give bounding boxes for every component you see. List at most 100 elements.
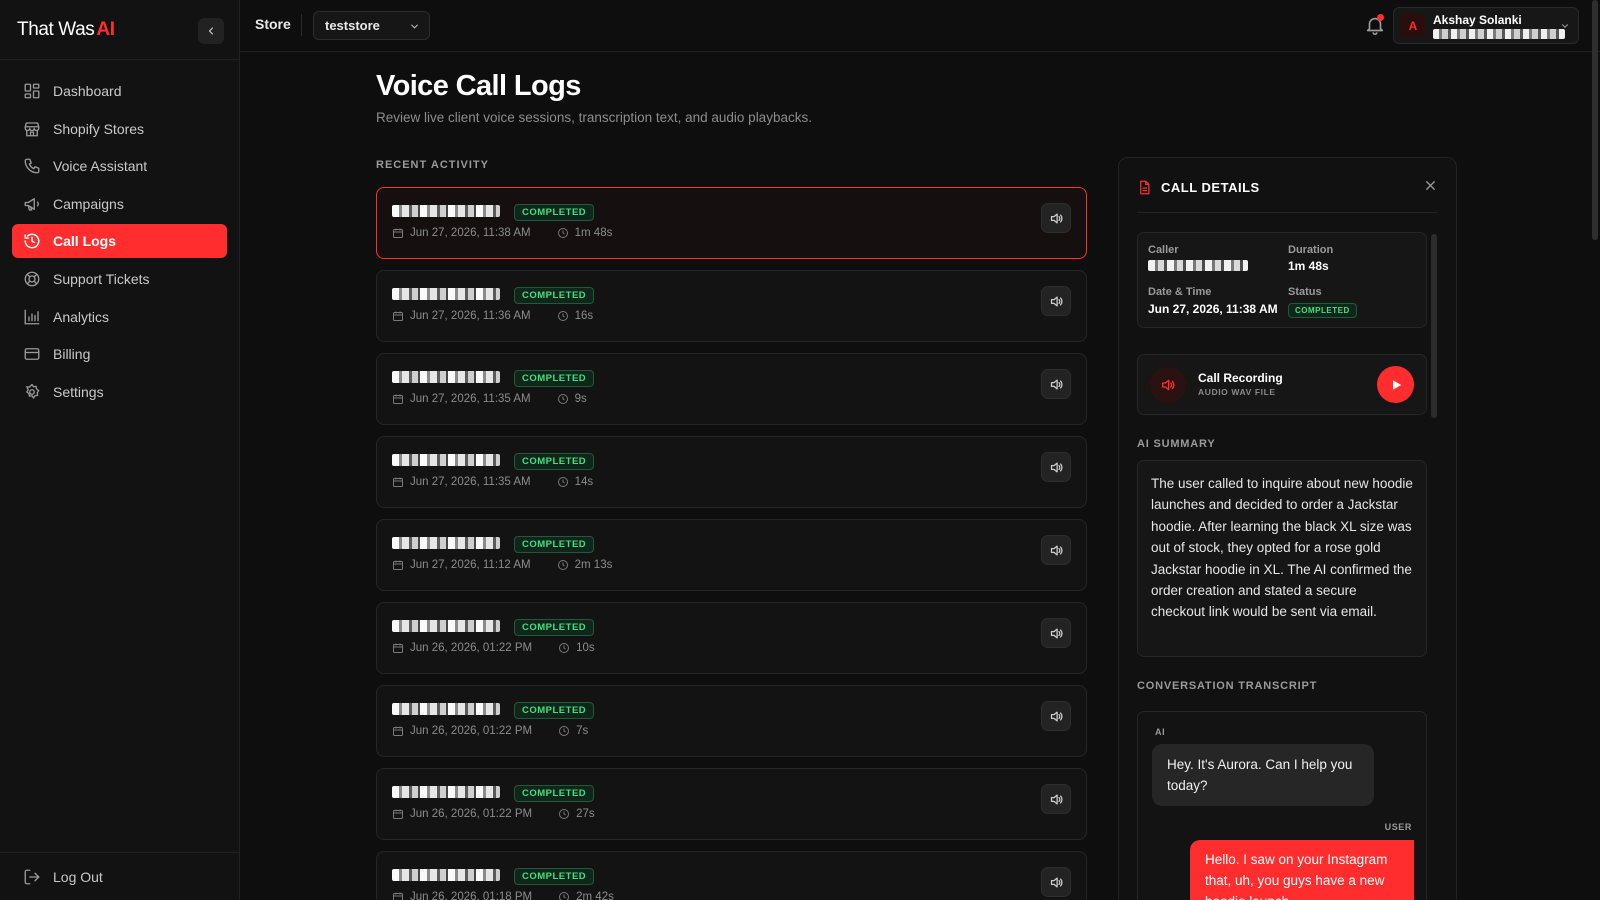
sidebar-item-analytics[interactable]: Analytics [12, 300, 227, 334]
clock-icon [557, 394, 568, 404]
panel-scrollbar[interactable] [1431, 234, 1437, 418]
sidebar-item-label: Billing [53, 346, 91, 363]
speaker-icon [1150, 367, 1186, 403]
call-date: Jun 26, 2026, 01:18 PM [410, 891, 533, 900]
call-duration: 16s [574, 310, 594, 322]
play-audio-button[interactable] [1041, 452, 1071, 482]
call-log-item[interactable]: COMPLETED Jun 27, 2026, 11:36 AM 16s [376, 270, 1087, 342]
play-audio-button[interactable] [1041, 203, 1071, 233]
call-details-header: CALL DETAILS [1137, 180, 1260, 195]
page-scrollbar[interactable] [1592, 0, 1598, 240]
sidebar-item-label: Analytics [53, 308, 110, 325]
call-duration: 1m 48s [574, 227, 613, 239]
store-select[interactable]: teststore [313, 11, 430, 40]
calendar-icon [393, 228, 403, 238]
conversation-transcript: AI Hey. It's Aurora. Can I help you toda… [1137, 711, 1427, 900]
sidebar-item-voice-assistant[interactable]: Voice Assistant [12, 149, 227, 183]
divider [1137, 212, 1438, 213]
call-list: COMPLETED Jun 27, 2026, 11:38 AM 1m 48s … [376, 187, 1087, 900]
call-details-title: CALL DETAILS [1161, 180, 1260, 195]
play-audio-button[interactable] [1041, 369, 1071, 399]
speaker-icon [1050, 296, 1062, 306]
call-meta: Jun 26, 2026, 01:22 PM 7s [392, 725, 588, 737]
logout-button[interactable]: Log Out [0, 852, 239, 900]
call-log-item[interactable]: COMPLETED Jun 26, 2026, 01:18 PM 2m 42s [376, 851, 1087, 900]
sidebar-item-label: Voice Assistant [53, 158, 148, 175]
clock-icon [559, 809, 570, 819]
caller-redacted [392, 703, 500, 715]
call-log-item[interactable]: COMPLETED Jun 27, 2026, 11:12 AM 2m 13s [376, 519, 1087, 591]
credit-card-icon [24, 348, 40, 361]
store-icon [24, 121, 40, 137]
calendar-icon [393, 726, 403, 736]
recording-subtitle: AUDIO WAV FILE [1198, 387, 1276, 397]
sidebar-item-label: Shopify Stores [53, 120, 145, 137]
calendar-icon [393, 394, 403, 404]
clock-icon [559, 643, 570, 653]
call-log-item[interactable]: COMPLETED Jun 26, 2026, 01:22 PM 27s [376, 768, 1087, 840]
sidebar-item-label: Support Tickets [53, 270, 150, 287]
transcript-role-user: USER [1384, 822, 1412, 832]
user-menu[interactable]: A Akshay Solanki [1393, 7, 1579, 44]
page-title: Voice Call Logs [376, 70, 581, 102]
sidebar-item-settings[interactable]: Settings [12, 375, 227, 409]
call-log-item[interactable]: COMPLETED Jun 26, 2026, 01:22 PM 7s [376, 685, 1087, 757]
brand-name: That Was AI [17, 18, 115, 40]
user-message-bubble: Hello. I saw on your Instagram that, uh,… [1190, 840, 1414, 900]
sidebar-item-campaigns[interactable]: Campaigns [12, 187, 227, 221]
call-duration: 27s [576, 808, 595, 820]
sidebar-item-dashboard[interactable]: Dashboard [12, 74, 227, 108]
store-select-value: teststore [325, 18, 380, 33]
call-meta: Jun 27, 2026, 11:38 AM 1m 48s [392, 227, 612, 239]
call-date: Jun 26, 2026, 01:22 PM [410, 642, 533, 654]
play-audio-button[interactable] [1041, 535, 1071, 565]
caller-redacted [392, 371, 500, 383]
call-log-item[interactable]: COMPLETED Jun 27, 2026, 11:35 AM 9s [376, 353, 1087, 425]
call-date: Jun 26, 2026, 01:22 PM [410, 808, 533, 820]
play-recording-button[interactable] [1377, 366, 1414, 403]
history-icon [24, 233, 40, 249]
call-log-item[interactable]: COMPLETED Jun 27, 2026, 11:35 AM 14s [376, 436, 1087, 508]
status-badge: COMPLETED [1288, 303, 1357, 318]
avatar: A [1401, 14, 1425, 38]
caller-label: Caller [1148, 244, 1179, 256]
sidebar-item-billing[interactable]: Billing [12, 337, 227, 371]
speaker-icon [1050, 628, 1062, 638]
status-badge: COMPLETED [514, 287, 595, 304]
call-duration: 9s [574, 393, 587, 405]
call-log-item[interactable]: COMPLETED Jun 27, 2026, 11:38 AM 1m 48s [376, 187, 1087, 259]
chevron-left-icon [208, 27, 214, 35]
sidebar-item-shopify-stores[interactable]: Shopify Stores [12, 112, 227, 146]
megaphone-icon [24, 197, 39, 211]
speaker-icon [1050, 794, 1062, 804]
clock-icon [557, 228, 568, 238]
play-audio-button[interactable] [1041, 784, 1071, 814]
sidebar-item-label: Dashboard [53, 83, 122, 99]
user-email-redacted [1433, 29, 1565, 39]
play-audio-button[interactable] [1041, 867, 1071, 897]
play-audio-button[interactable] [1041, 701, 1071, 731]
caller-redacted [392, 205, 500, 217]
caller-redacted [392, 620, 500, 632]
close-icon[interactable] [1423, 178, 1438, 193]
duration-label: Duration [1288, 244, 1334, 256]
call-duration: 14s [574, 476, 594, 488]
section-label-recent-activity: RECENT ACTIVITY [376, 159, 489, 171]
sidebar-item-label: Settings [53, 383, 104, 400]
play-audio-button[interactable] [1041, 618, 1071, 648]
transcript-label: CONVERSATION TRANSCRIPT [1137, 680, 1318, 692]
duration-value: 1m 48s [1288, 259, 1329, 273]
sidebar-item-support-tickets[interactable]: Support Tickets [12, 262, 227, 296]
lifebuoy-icon [24, 271, 40, 287]
ai-summary-text: The user called to inquire about new hoo… [1137, 460, 1427, 657]
sidebar-item-call-logs[interactable]: Call Logs [12, 224, 227, 259]
user-name: Akshay Solanki [1433, 13, 1522, 27]
clock-icon [557, 560, 568, 570]
brand-logo[interactable]: That Was AI [0, 0, 239, 60]
transcript-role-ai: AI [1155, 727, 1166, 737]
call-date: Jun 27, 2026, 11:35 AM [410, 393, 531, 405]
play-audio-button[interactable] [1041, 286, 1071, 316]
call-meta: Jun 27, 2026, 11:35 AM 14s [392, 476, 593, 488]
call-log-item[interactable]: COMPLETED Jun 26, 2026, 01:22 PM 10s [376, 602, 1087, 674]
collapse-sidebar-button[interactable] [198, 18, 224, 44]
